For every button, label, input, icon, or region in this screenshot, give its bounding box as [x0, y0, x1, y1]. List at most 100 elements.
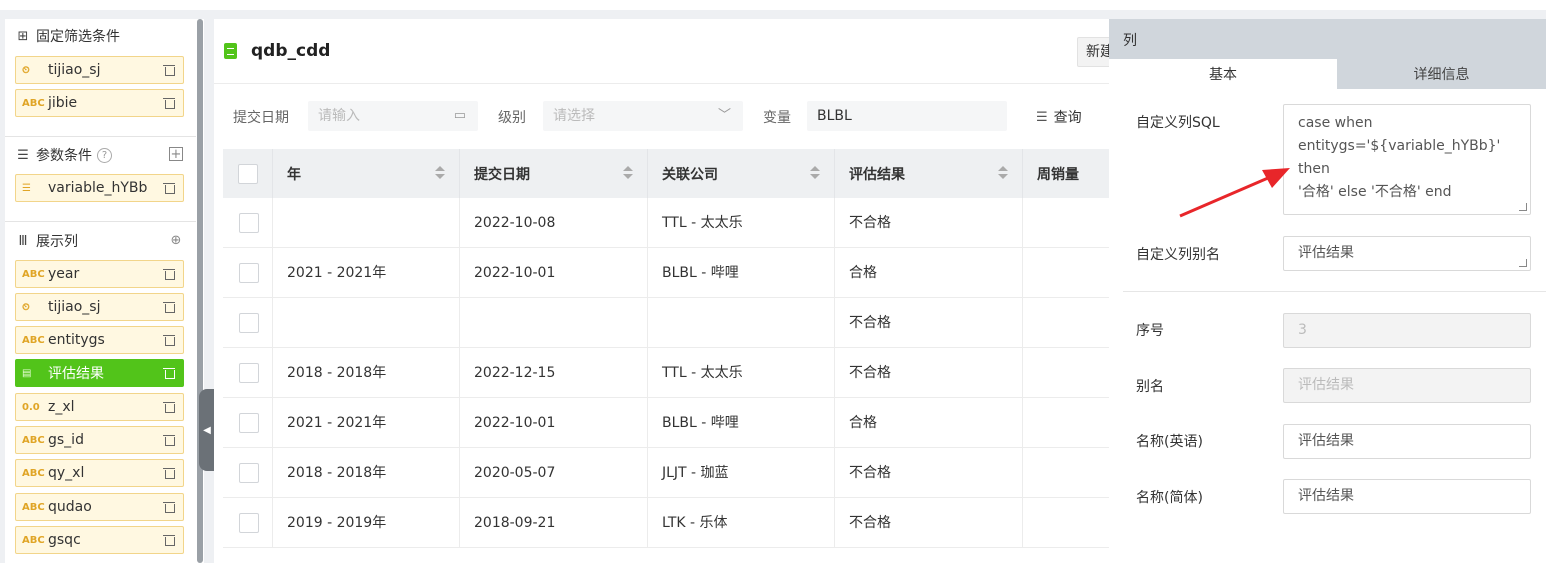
sequence-value: 3	[1298, 322, 1307, 338]
column-field-qy_xl[interactable]: ABC qy_xl	[15, 459, 184, 487]
collapse-sidebar-handle[interactable]: ◀	[199, 389, 215, 471]
alias-value: 评估结果	[1298, 377, 1354, 393]
sort-icon[interactable]	[623, 166, 633, 180]
chevron-left-icon: ◀	[203, 424, 211, 436]
column-field-qudao[interactable]: ABC qudao	[15, 493, 184, 521]
date-filter-label: 提交日期	[233, 110, 289, 126]
row-checkbox[interactable]	[239, 413, 259, 433]
column-field-z_xl[interactable]: 0.0 z_xl	[15, 393, 184, 421]
sort-icon[interactable]	[810, 166, 820, 180]
panel-title: 列	[1109, 19, 1546, 59]
table-row[interactable]: 2019 - 2019年 2018-09-21 LTK - 乐体 不合格	[223, 498, 1114, 548]
sidebar-scrollbar[interactable]	[196, 19, 204, 563]
row-checkbox[interactable]	[239, 263, 259, 283]
cell-company: TTL - 太太乐	[647, 198, 834, 248]
column-header-company[interactable]: 关联公司	[647, 149, 834, 198]
row-select-cell	[223, 448, 272, 498]
row-checkbox[interactable]	[239, 363, 259, 383]
row-checkbox[interactable]	[239, 313, 259, 333]
delete-icon[interactable]	[163, 434, 175, 446]
string-type-icon: ABC	[22, 467, 45, 479]
column-header-year[interactable]: 年	[272, 149, 459, 198]
cell-year	[272, 298, 459, 348]
delete-icon[interactable]	[163, 467, 175, 479]
column-header-date[interactable]: 提交日期	[459, 149, 647, 198]
table-row[interactable]: 2018 - 2018年 2020-05-07 JLJT - 珈蓝 不合格	[223, 448, 1114, 498]
tab-basic[interactable]: 基本	[1109, 59, 1337, 89]
resize-handle-icon[interactable]	[1519, 203, 1527, 211]
delete-icon[interactable]	[163, 367, 175, 379]
delete-icon[interactable]	[163, 301, 175, 313]
tab-detail[interactable]: 详细信息	[1337, 59, 1546, 89]
query-button[interactable]: ☰ 查询	[1036, 107, 1082, 127]
date-filter-input[interactable]: 请输入 ▭	[308, 101, 478, 131]
select-all-checkbox[interactable]	[237, 163, 258, 184]
field-name: gsqc	[48, 532, 81, 548]
column-field-entitygs[interactable]: ABC entitygs	[15, 326, 184, 354]
filter-field-jibie[interactable]: ABC jibie	[15, 89, 184, 117]
column-field-year[interactable]: ABC year	[15, 260, 184, 288]
delete-icon[interactable]	[163, 268, 175, 280]
name-zh-value: 评估结果	[1298, 488, 1354, 504]
cell-year: 2018 - 2018年	[272, 448, 459, 498]
row-checkbox[interactable]	[239, 513, 259, 533]
level-filter-select[interactable]: 请选择 ﹀	[543, 101, 743, 131]
delete-icon[interactable]	[163, 534, 175, 546]
field-name: variable_hYBb	[48, 180, 148, 196]
add-column-icon[interactable]: ⊕	[169, 233, 183, 248]
delete-icon[interactable]	[163, 501, 175, 513]
custom-alias-value: 评估结果	[1298, 245, 1354, 261]
cell-date: 2022-10-08	[459, 198, 647, 248]
add-param-icon[interactable]: +	[169, 147, 183, 162]
alias-label: 别名	[1136, 379, 1164, 395]
level-filter-label: 级别	[498, 110, 526, 126]
custom-column-icon: ▤	[22, 367, 32, 379]
cell-result: 不合格	[834, 498, 1022, 548]
name-en-input[interactable]: 评估结果	[1283, 424, 1531, 459]
table-row[interactable]: 2022-10-08 TTL - 太太乐 不合格	[223, 198, 1114, 248]
param-field-variable_hYBb[interactable]: ☰ variable_hYBb	[15, 174, 184, 202]
delete-icon[interactable]	[163, 334, 175, 346]
column-header-weekly-sales[interactable]: 周销量	[1022, 149, 1114, 198]
field-name: tijiao_sj	[48, 299, 101, 315]
cell-weekly-sales	[1022, 248, 1114, 298]
sql-line: entitygs='${variable_hYBb}' then	[1298, 138, 1501, 177]
delete-icon[interactable]	[163, 401, 175, 413]
table-row[interactable]: 不合格	[223, 298, 1114, 348]
row-checkbox[interactable]	[239, 213, 259, 233]
scrollbar-thumb[interactable]	[197, 19, 203, 563]
divider	[5, 136, 197, 137]
sort-icon[interactable]	[435, 166, 445, 180]
column-header-result[interactable]: 评估结果	[834, 149, 1022, 198]
chevron-down-icon: ﹀	[717, 108, 731, 123]
resize-handle-icon[interactable]	[1519, 259, 1527, 267]
params-title: 参数条件	[36, 148, 92, 164]
delete-icon[interactable]	[163, 97, 175, 109]
filter-field-tijiao_sj[interactable]: ⏲ tijiao_sj	[15, 56, 184, 84]
custom-sql-textarea[interactable]: case when entitygs='${variable_hYBb}' th…	[1283, 104, 1531, 215]
help-icon[interactable]: ?	[97, 147, 112, 163]
column-field-tijiao_sj[interactable]: ⏲ tijiao_sj	[15, 293, 184, 321]
delete-icon[interactable]	[163, 182, 175, 194]
row-checkbox[interactable]	[239, 463, 259, 483]
variable-filter-value: BLBL	[817, 108, 852, 124]
fixed-filter-header: ⊞ 固定筛选条件	[5, 25, 195, 47]
param-list-icon: ☰	[17, 147, 29, 163]
field-name: year	[48, 266, 80, 282]
sequence-label: 序号	[1136, 323, 1164, 339]
custom-alias-input[interactable]: 评估结果	[1283, 236, 1531, 271]
cell-company: LTK - 乐体	[647, 498, 834, 548]
variable-filter-input[interactable]: BLBL	[807, 101, 1007, 131]
name-zh-input[interactable]: 评估结果	[1283, 479, 1531, 514]
column-field-gsqc[interactable]: ABC gsqc	[15, 526, 184, 554]
delete-icon[interactable]	[163, 64, 175, 76]
name-en-value: 评估结果	[1298, 433, 1354, 449]
columns-header: Ⅲ 展示列 ⊕	[5, 230, 195, 252]
table-row[interactable]: 2021 - 2021年 2022-10-01 BLBL - 哔哩 合格	[223, 398, 1114, 448]
column-field-pinggu-jieguo[interactable]: ▤ 评估结果	[15, 359, 184, 387]
table-row[interactable]: 2021 - 2021年 2022-10-01 BLBL - 哔哩 合格	[223, 248, 1114, 298]
table-row[interactable]: 2018 - 2018年 2022-12-15 TTL - 太太乐 不合格	[223, 348, 1114, 398]
sort-icon[interactable]	[998, 166, 1008, 180]
column-field-gs_id[interactable]: ABC gs_id	[15, 426, 184, 454]
column-header-label: 周销量	[1037, 166, 1079, 183]
